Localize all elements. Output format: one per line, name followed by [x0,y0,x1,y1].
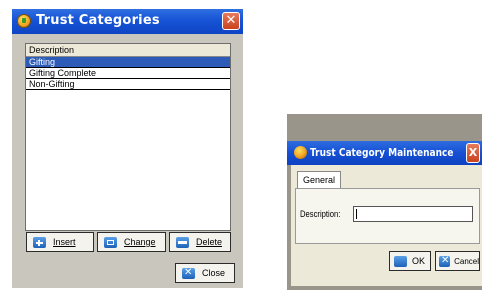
description-field[interactable] [353,206,473,222]
change-icon [104,236,117,248]
change-label: Change [124,237,156,247]
insert-button[interactable]: Insert [26,232,94,252]
ok-label: OK [412,256,426,266]
list-item[interactable]: Non-Gifting [26,79,230,90]
cancel-button[interactable]: Cancel [435,251,480,271]
cancel-label: Cancel [454,256,479,266]
window-title: Trust Categories [36,13,160,28]
trust-category-maintenance-window: Trust Category Maintenance X General Des… [287,114,482,290]
list-item[interactable]: Gifting [26,57,230,68]
window-title: Trust Category Maintenance [310,146,454,159]
close-icon [182,267,195,279]
delete-icon [176,236,189,248]
close-window-button[interactable]: X [466,143,480,163]
insert-label: Insert [53,237,76,247]
close-label: Close [202,268,226,278]
description-label: Description: [300,209,341,219]
categories-list[interactable]: Description Gifting Gifting Complete Non… [25,43,231,231]
cancel-icon [439,255,451,267]
insert-icon [33,236,46,248]
ok-icon [394,255,407,267]
delete-button[interactable]: Delete [169,232,231,252]
dialog-body: General Description: OK Cancel [291,165,482,286]
list-item[interactable]: Gifting Complete [26,68,230,79]
change-button[interactable]: Change [97,232,166,252]
ok-button[interactable]: OK [389,251,431,271]
tab-general[interactable]: General [297,171,342,189]
title-bar[interactable]: Trust Categories ✕ [12,9,243,34]
app-icon [17,14,31,28]
close-button[interactable]: Close [175,263,235,283]
app-icon [294,146,307,159]
column-header-description[interactable]: Description [26,44,230,57]
delete-label: Delete [196,237,223,247]
title-bar[interactable]: Trust Category Maintenance X [287,141,482,165]
close-window-button[interactable]: ✕ [222,12,240,30]
trust-categories-window: Trust Categories ✕ Description Gifting G… [12,9,243,288]
general-tab-panel: Description: [295,188,480,244]
